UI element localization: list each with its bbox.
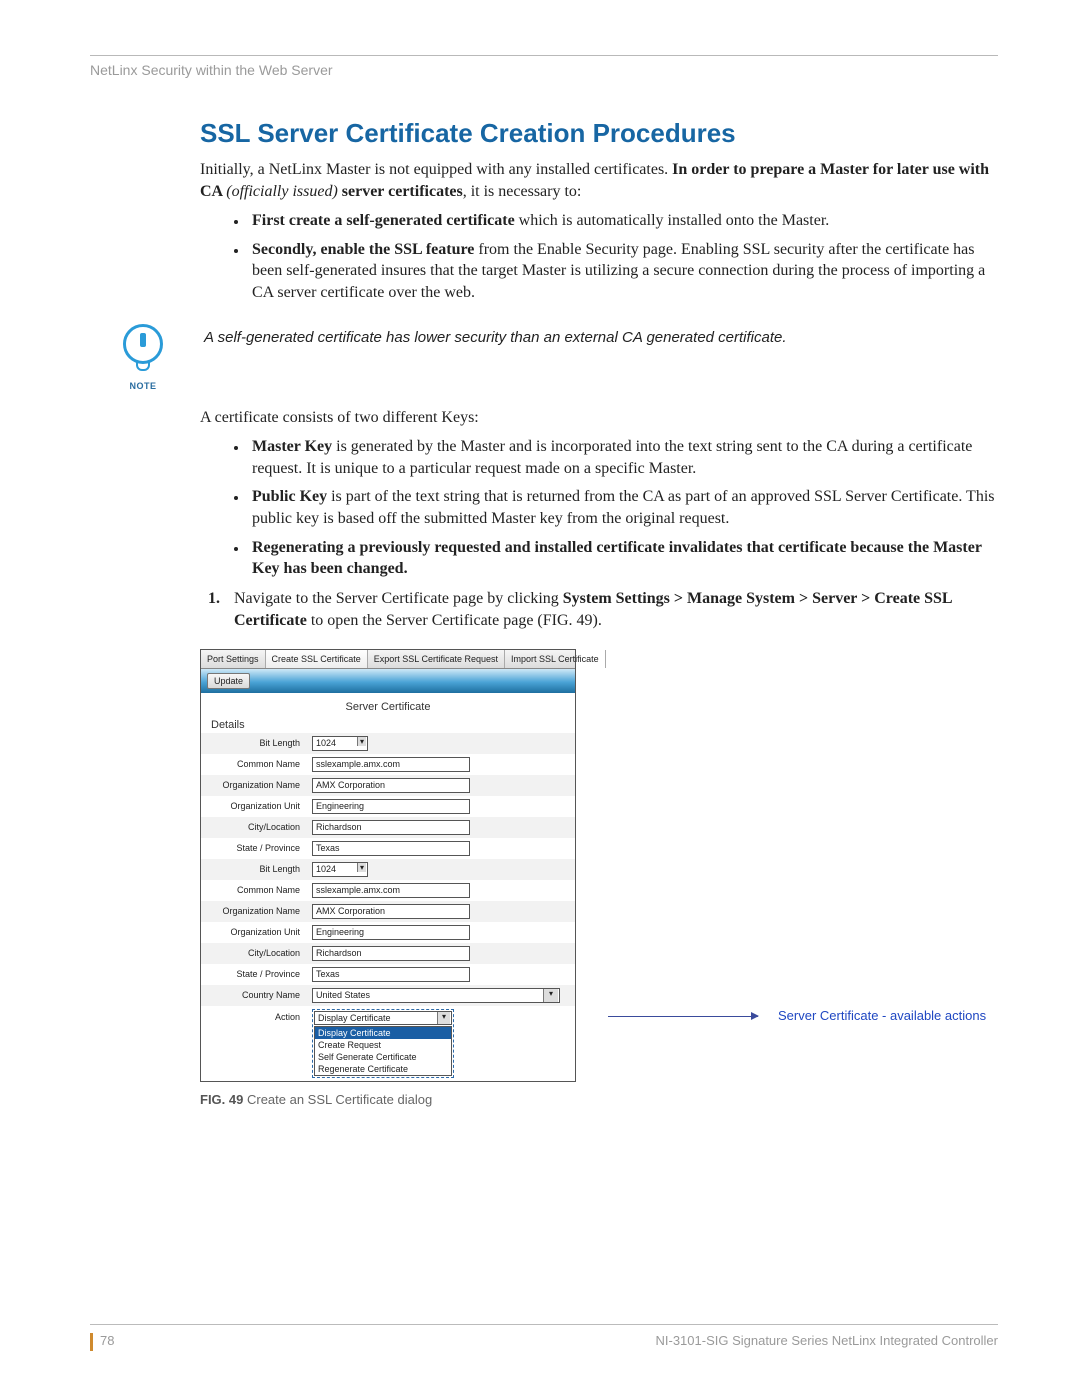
page-number: 78: [90, 1333, 114, 1351]
bullet-item: Secondly, enable the SSL feature from th…: [248, 239, 998, 304]
common-name-input-2[interactable]: sslexample.amx.com: [312, 883, 470, 898]
country-select[interactable]: United States▾: [312, 988, 560, 1003]
dialog-tabbar: Port Settings Create SSL Certificate Exp…: [201, 650, 575, 669]
tab-port-settings[interactable]: Port Settings: [201, 650, 266, 668]
bit-length-select[interactable]: 1024: [312, 736, 368, 751]
tab-import-ssl[interactable]: Import SSL Certificate: [505, 650, 606, 668]
intro-paragraph: Initially, a NetLinx Master is not equip…: [200, 159, 998, 202]
certificate-form: Bit Length1024 Common Namesslexample.amx…: [201, 733, 575, 1081]
bullet-item: Regenerating a previously requested and …: [248, 537, 998, 580]
org-name-input[interactable]: AMX Corporation: [312, 778, 470, 793]
dialog-toolbar: Update: [201, 669, 575, 693]
note-bulb-icon: NOTE: [120, 324, 166, 391]
callout-arrow: [608, 1016, 758, 1017]
footer-doc-title: NI-3101-SIG Signature Series NetLinx Int…: [655, 1333, 998, 1351]
common-name-input[interactable]: sslexample.amx.com: [312, 757, 470, 772]
tab-create-ssl[interactable]: Create SSL Certificate: [266, 650, 368, 668]
note-block: NOTE A self-generated certificate has lo…: [90, 324, 998, 391]
page-footer: 78 NI-3101-SIG Signature Series NetLinx …: [90, 1324, 998, 1351]
city-input-2[interactable]: Richardson: [312, 946, 470, 961]
note-text: A self-generated certificate has lower s…: [204, 324, 787, 348]
intro-bullets: First create a self-generated certificat…: [248, 210, 998, 303]
bullet-item: Public Key is part of the text string th…: [248, 486, 998, 529]
bullet-item: Master Key is generated by the Master an…: [248, 436, 998, 479]
action-option[interactable]: Regenerate Certificate: [315, 1063, 451, 1075]
step-item: Navigate to the Server Certificate page …: [224, 588, 998, 633]
action-option[interactable]: Display Certificate: [315, 1027, 451, 1039]
keys-intro: A certificate consists of two different …: [200, 407, 998, 429]
city-input[interactable]: Richardson: [312, 820, 470, 835]
keys-bullets: Master Key is generated by the Master an…: [248, 436, 998, 580]
ssl-certificate-dialog: Port Settings Create SSL Certificate Exp…: [200, 649, 576, 1082]
steps-list: Navigate to the Server Certificate page …: [200, 588, 998, 633]
callout-text: Server Certificate - available actions: [778, 1008, 986, 1023]
action-option[interactable]: Self Generate Certificate: [315, 1051, 451, 1063]
action-dropdown-box: Display Certificate▾ Display Certificate…: [312, 1009, 454, 1078]
org-name-input-2[interactable]: AMX Corporation: [312, 904, 470, 919]
org-unit-input-2[interactable]: Engineering: [312, 925, 470, 940]
org-unit-input[interactable]: Engineering: [312, 799, 470, 814]
dialog-title: Server Certificate: [201, 693, 575, 715]
action-option[interactable]: Create Request: [315, 1039, 451, 1051]
action-select[interactable]: Display Certificate▾: [314, 1011, 452, 1025]
section-title: SSL Server Certificate Creation Procedur…: [200, 118, 998, 149]
action-options-list: Display Certificate Create Request Self …: [314, 1026, 452, 1076]
bit-length-select-2[interactable]: 1024: [312, 862, 368, 877]
figure-caption: FIG. 49 Create an SSL Certificate dialog: [200, 1092, 998, 1107]
details-label: Details: [201, 715, 575, 733]
state-input[interactable]: Texas: [312, 841, 470, 856]
bullet-item: First create a self-generated certificat…: [248, 210, 998, 232]
state-input-2[interactable]: Texas: [312, 967, 470, 982]
update-button[interactable]: Update: [207, 673, 250, 689]
running-head: NetLinx Security within the Web Server: [90, 62, 998, 78]
tab-export-request[interactable]: Export SSL Certificate Request: [368, 650, 505, 668]
